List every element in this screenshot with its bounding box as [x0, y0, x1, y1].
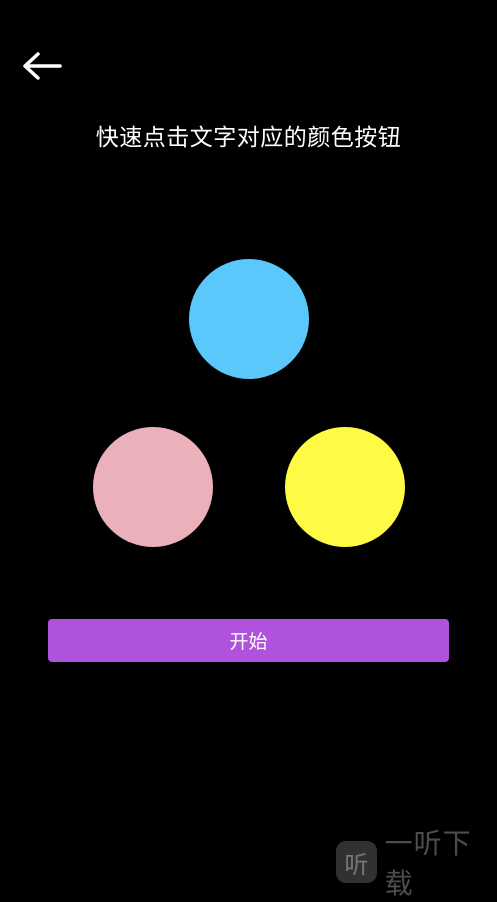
back-button[interactable] — [18, 46, 66, 86]
start-button[interactable]: 开始 — [48, 619, 449, 662]
watermark-logo-icon: 听 — [336, 841, 377, 883]
start-button-label: 开始 — [229, 631, 268, 653]
color-button-blue[interactable] — [189, 259, 309, 379]
arrow-left-icon — [18, 46, 66, 86]
watermark: 听 一听下载 — [336, 827, 497, 900]
watermark-text: 一听下载 — [384, 827, 472, 900]
color-button-pink[interactable] — [93, 427, 213, 547]
instruction-text: 快速点击文字对应的颜色按钮 — [95, 125, 402, 151]
color-button-yellow[interactable] — [285, 427, 405, 547]
